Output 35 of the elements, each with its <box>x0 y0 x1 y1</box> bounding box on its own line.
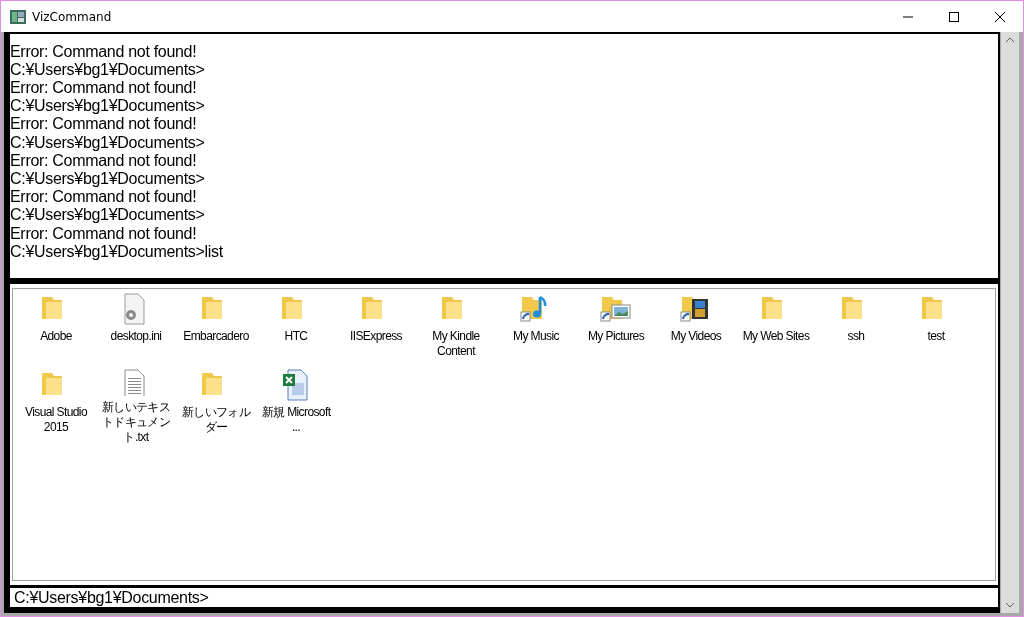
console-line: C:¥Users¥bg1¥Documents> <box>10 60 206 79</box>
file-name[interactable]: 新しいテキストドキュメント.txt <box>96 400 176 445</box>
file-name[interactable]: 新規 Microsoft ... <box>256 405 336 435</box>
close-icon[interactable] <box>995 11 1005 22</box>
file-name[interactable]: 新しいフォルダー <box>176 405 256 435</box>
file-name[interactable]: My Web Sites <box>736 329 816 344</box>
file-name[interactable]: desktop.ini <box>96 329 176 344</box>
file-name[interactable]: Visual Studio 2015 <box>16 405 96 435</box>
file-name[interactable]: My Kindle Content <box>416 329 496 359</box>
minimize-icon[interactable] <box>903 15 913 18</box>
file-name[interactable]: My Music <box>496 329 576 344</box>
console-line: Error: Command not found! <box>10 115 198 134</box>
console-line: C:¥Users¥bg1¥Documents>list <box>10 242 224 261</box>
file-name[interactable]: Embarcadero <box>176 329 256 344</box>
file-name[interactable]: ssh <box>816 329 896 344</box>
file-name[interactable]: IISExpress <box>336 329 416 344</box>
command-input[interactable]: C:¥Users¥bg1¥Documents> <box>10 588 998 607</box>
console-line: Error: Command not found! <box>10 224 198 243</box>
file-name[interactable]: My Videos <box>656 329 736 344</box>
console-line: Error: Command not found! <box>10 188 198 207</box>
file-name[interactable]: HTC <box>256 329 336 344</box>
file-name[interactable]: My Pictures <box>576 329 656 344</box>
console-line: C:¥Users¥bg1¥Documents> <box>10 170 206 189</box>
app-icon <box>10 9 26 24</box>
console-line: Error: Command not found! <box>10 78 198 98</box>
file-name[interactable]: Adobe <box>16 329 96 344</box>
scroll-bar[interactable] <box>1001 32 1019 613</box>
maximize-icon[interactable] <box>949 11 959 22</box>
console-line: C:¥Users¥bg1¥Documents> <box>10 133 206 152</box>
console-line: C:¥Users¥bg1¥Documents> <box>10 206 206 225</box>
window-title: VizCommand <box>32 8 113 26</box>
console-line: Error: Command not found! <box>10 42 198 61</box>
console-line: Error: Command not found! <box>10 151 198 170</box>
file-name[interactable]: test <box>896 329 976 344</box>
console-line: C:¥Users¥bg1¥Documents> <box>10 97 206 116</box>
